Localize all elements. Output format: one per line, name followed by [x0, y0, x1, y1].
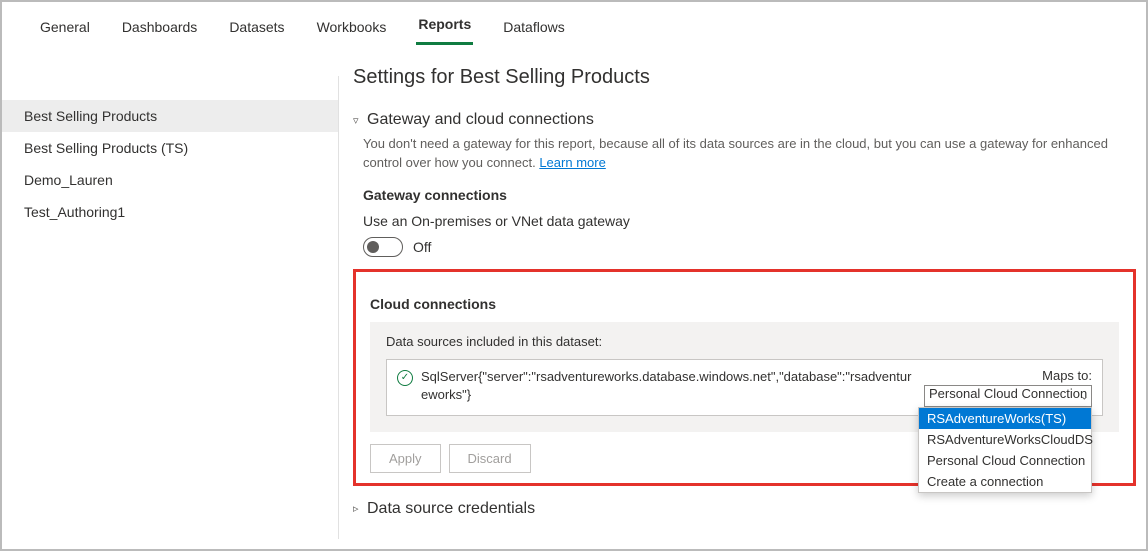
page-title: Settings for Best Selling Products: [353, 66, 1136, 89]
dropdown-option[interactable]: Create a connection: [919, 471, 1091, 492]
gateway-section: ▿ Gateway and cloud connections You don'…: [353, 111, 1136, 486]
tab-datasets[interactable]: Datasets: [227, 13, 286, 45]
cloud-connections-header: Cloud connections: [370, 296, 1119, 312]
sidebar-item[interactable]: Demo_Lauren: [2, 164, 338, 196]
toggle-knob: [367, 241, 379, 253]
maps-select[interactable]: Personal Cloud Connection ⌄: [924, 385, 1092, 407]
maps-dropdown-list: RSAdventureWorks(TS)RSAdventureWorksClou…: [918, 407, 1092, 493]
maps-label: Maps to:: [924, 368, 1092, 383]
credentials-section: ▹ Data source credentials: [353, 500, 1136, 518]
apply-button[interactable]: Apply: [370, 444, 441, 473]
tab-general[interactable]: General: [38, 13, 92, 45]
gateway-section-desc: You don't need a gateway for this report…: [363, 135, 1136, 173]
maps-col: Maps to: Personal Cloud Connection ⌄ RSA…: [924, 368, 1092, 407]
sidebar-item[interactable]: Best Selling Products: [2, 100, 338, 132]
gateway-toggle[interactable]: [363, 237, 403, 257]
dropdown-option[interactable]: RSAdventureWorksCloudDS: [919, 429, 1091, 450]
check-icon: ✓: [397, 370, 413, 386]
panel-hint: Data sources included in this dataset:: [386, 334, 1103, 349]
discard-button[interactable]: Discard: [449, 444, 531, 473]
chevron-right-icon: ▹: [353, 502, 363, 515]
maps-select-value: Personal Cloud Connection: [929, 386, 1087, 401]
main: Settings for Best Selling Products ▿ Gat…: [339, 46, 1146, 549]
datasource-text: SqlServer{"server":"rsadventureworks.dat…: [421, 368, 916, 404]
gateway-section-title: Gateway and cloud connections: [367, 111, 594, 129]
tab-workbooks[interactable]: Workbooks: [315, 13, 389, 45]
learn-more-link[interactable]: Learn more: [539, 155, 605, 170]
sidebar-item[interactable]: Test_Authoring1: [2, 196, 338, 228]
gateway-connections-header: Gateway connections: [363, 187, 1136, 203]
chevron-down-icon: ⌄: [1080, 389, 1089, 402]
sidebar: Best Selling ProductsBest Selling Produc…: [2, 46, 338, 549]
dropdown-option[interactable]: RSAdventureWorks(TS): [919, 408, 1091, 429]
credentials-section-header[interactable]: ▹ Data source credentials: [353, 500, 1136, 518]
cloud-panel: Data sources included in this dataset: ✓…: [370, 322, 1119, 432]
tab-reports[interactable]: Reports: [416, 10, 473, 45]
sidebar-item[interactable]: Best Selling Products (TS): [2, 132, 338, 164]
content: Best Selling ProductsBest Selling Produc…: [2, 46, 1146, 549]
gateway-toggle-state: Off: [413, 239, 431, 255]
tab-dataflows[interactable]: Dataflows: [501, 13, 566, 45]
gateway-section-header[interactable]: ▿ Gateway and cloud connections: [353, 111, 1136, 129]
datasource-box: ✓ SqlServer{"server":"rsadventureworks.d…: [386, 359, 1103, 416]
credentials-section-title: Data source credentials: [367, 500, 535, 518]
gateway-toggle-row: Off: [363, 237, 1136, 257]
gateway-hint: Use an On-premises or VNet data gateway: [363, 213, 1136, 229]
tabs: General Dashboards Datasets Workbooks Report…: [2, 2, 1146, 46]
gateway-desc-text: You don't need a gateway for this report…: [363, 136, 1108, 170]
tab-dashboards[interactable]: Dashboards: [120, 13, 200, 45]
chevron-down-icon: ▿: [353, 114, 363, 127]
dropdown-option[interactable]: Personal Cloud Connection: [919, 450, 1091, 471]
highlight-box: Cloud connections Data sources included …: [353, 269, 1136, 486]
